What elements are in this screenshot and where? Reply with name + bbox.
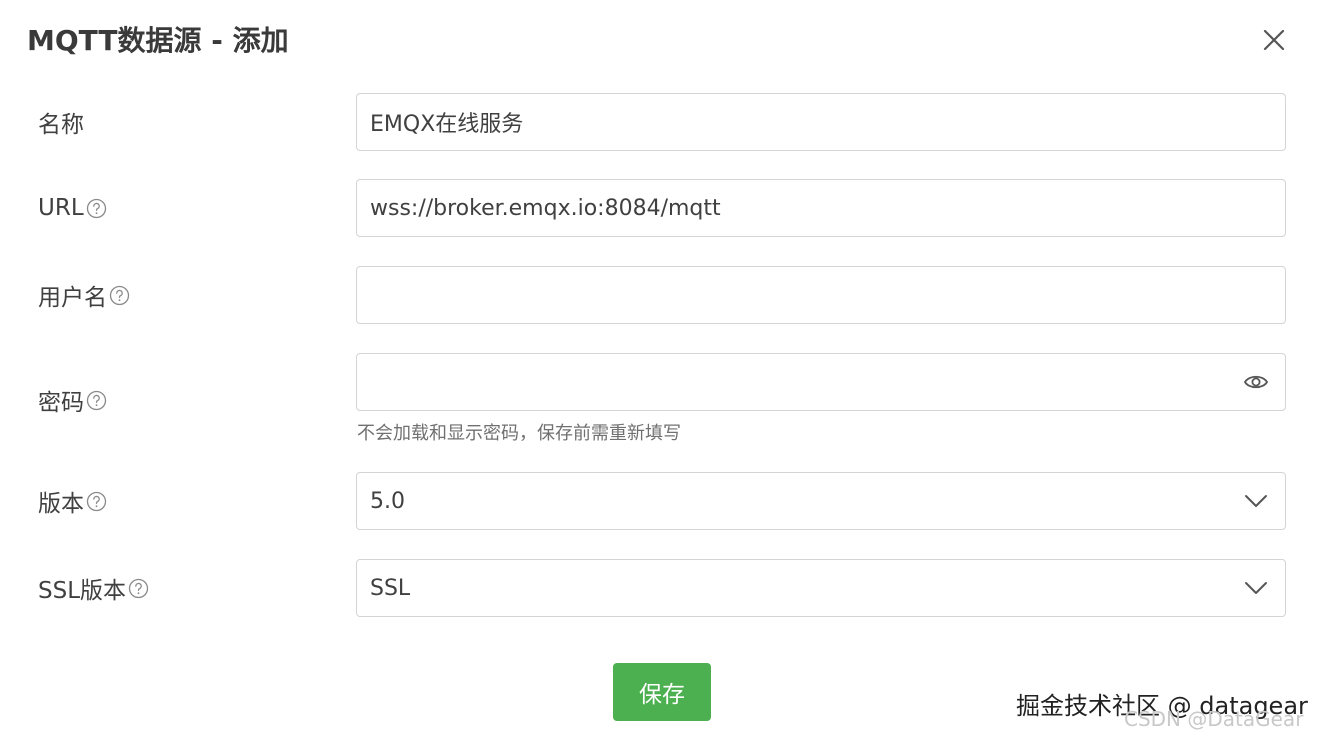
- username-field-box: [356, 266, 1286, 324]
- url-label-text: URL: [38, 195, 84, 221]
- question-circle-icon[interactable]: [128, 578, 149, 599]
- question-circle-icon[interactable]: [86, 198, 107, 219]
- url-label: URL: [38, 179, 107, 237]
- chevron-down-icon[interactable]: [1241, 573, 1271, 603]
- question-circle-icon[interactable]: [86, 390, 107, 411]
- version-selected-value: 5.0: [370, 488, 405, 514]
- name-input[interactable]: [357, 94, 1285, 150]
- password-label: 密码: [38, 371, 107, 429]
- chevron-down-icon[interactable]: [1241, 486, 1271, 516]
- version-label-text: 版本: [38, 491, 84, 517]
- username-input[interactable]: [357, 267, 1285, 323]
- url-input[interactable]: [357, 180, 1285, 236]
- password-hint: 不会加载和显示密码，保存前需重新填写: [357, 423, 681, 444]
- ssl-version-selected-value: SSL: [370, 575, 411, 601]
- dialog-title: MQTT数据源 - 添加: [27, 24, 289, 57]
- url-field-box: [356, 179, 1286, 237]
- password-field-box: [356, 353, 1286, 411]
- version-select[interactable]: 5.0: [356, 472, 1286, 530]
- password-label-text: 密码: [38, 390, 84, 416]
- question-circle-icon[interactable]: [86, 491, 107, 512]
- name-field-box: [356, 93, 1286, 151]
- username-label: 用户名: [38, 266, 130, 324]
- password-input[interactable]: [357, 354, 1241, 410]
- name-label-text: 名称: [38, 112, 84, 138]
- eye-icon[interactable]: [1241, 367, 1271, 397]
- question-circle-icon[interactable]: [109, 285, 130, 306]
- ssl-version-select[interactable]: SSL: [356, 559, 1286, 617]
- ssl-version-label-text: SSL版本: [38, 578, 127, 604]
- mqtt-datasource-dialog: MQTT数据源 - 添加 名称 URL 用户名: [0, 0, 1329, 739]
- name-label: 名称: [38, 93, 84, 151]
- username-label-text: 用户名: [38, 285, 107, 311]
- watermark-csdn: CSDN @DataGear: [1124, 707, 1304, 731]
- save-button[interactable]: 保存: [613, 663, 711, 721]
- close-icon[interactable]: [1258, 24, 1290, 56]
- version-label: 版本: [38, 472, 107, 530]
- ssl-version-label: SSL版本: [38, 559, 149, 617]
